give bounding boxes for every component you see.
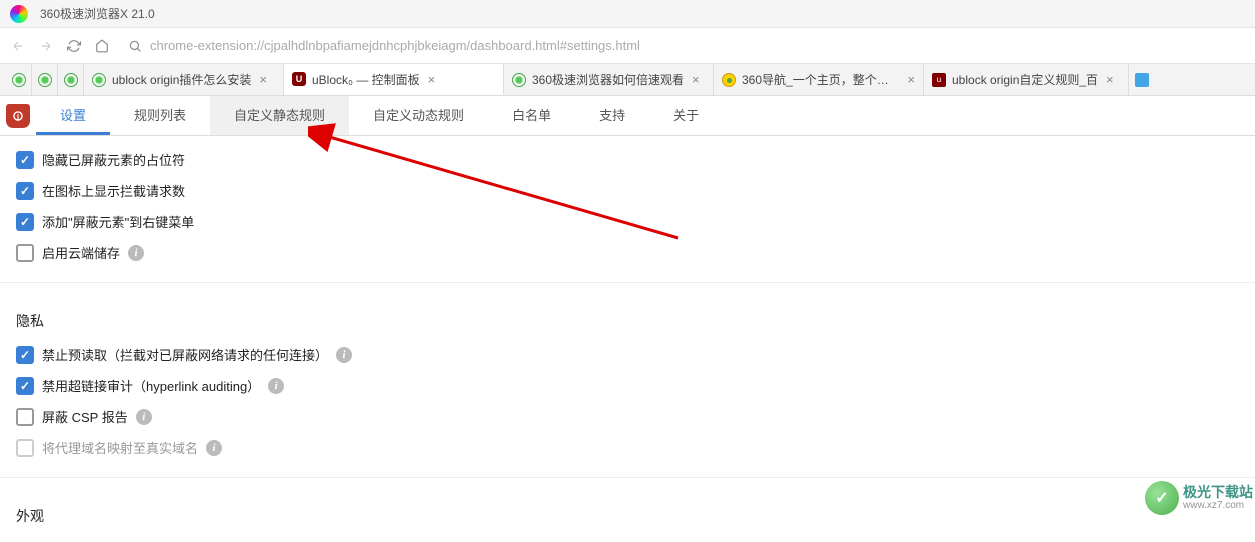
home-button[interactable] — [92, 36, 112, 56]
setting-label: 添加"屏蔽元素"到右键菜单 — [42, 212, 194, 231]
window-title: 360极速浏览器X 21.0 — [40, 5, 155, 22]
browser-tab[interactable] — [58, 64, 84, 95]
favicon-icon — [512, 73, 526, 87]
checkbox[interactable] — [16, 182, 34, 200]
favicon-icon — [92, 73, 106, 87]
url-input[interactable]: chrome-extension://cjpalhdlnbpafiamejdnh… — [120, 32, 1247, 60]
setting-label: 在图标上显示拦截请求数 — [42, 181, 185, 200]
setting-label: 禁用超链接审计（hyperlink auditing） — [42, 376, 260, 395]
ublock-favicon-icon: U — [292, 72, 306, 86]
setting-label: 禁止预读取（拦截对已屏蔽网络请求的任何连接） — [42, 345, 328, 364]
setting-show-badge: 在图标上显示拦截请求数 — [16, 181, 1239, 200]
tab-filter-lists[interactable]: 规则列表 — [110, 96, 210, 135]
watermark-name: 极光下载站 — [1183, 485, 1253, 500]
back-button[interactable] — [8, 36, 28, 56]
setting-uncloak-cname: 将代理域名映射至真实域名 i — [16, 438, 1239, 457]
ublock-logo — [0, 96, 36, 135]
ublock-favicon-icon: u — [932, 73, 946, 87]
shield-icon — [6, 104, 30, 128]
tab-my-rules[interactable]: 自定义动态规则 — [349, 96, 488, 135]
setting-disable-hyperlink-auditing: 禁用超链接审计（hyperlink auditing） i — [16, 376, 1239, 395]
watermark: ✓ 极光下载站 www.xz7.com — [1145, 481, 1253, 515]
watermark-text: 极光下载站 www.xz7.com — [1183, 485, 1253, 511]
tab-label: 360导航_一个主页，整个世界 — [742, 71, 899, 88]
setting-cloud-storage: 启用云端储存 i — [16, 243, 1239, 262]
setting-block-csp: 屏蔽 CSP 报告 i — [16, 407, 1239, 426]
settings-content: 隐藏已屏蔽元素的占位符 在图标上显示拦截请求数 添加"屏蔽元素"到右键菜单 启用… — [0, 136, 1255, 542]
close-icon[interactable]: × — [692, 72, 700, 87]
tab-my-filters[interactable]: 自定义静态规则 — [210, 96, 349, 135]
address-bar-row: chrome-extension://cjpalhdlnbpafiamejdnh… — [0, 28, 1255, 64]
checkbox[interactable] — [16, 346, 34, 364]
tab-whitelist[interactable]: 白名单 — [488, 96, 575, 135]
checkbox[interactable] — [16, 408, 34, 426]
setting-label: 将代理域名映射至真实域名 — [42, 438, 198, 457]
setting-hide-placeholders: 隐藏已屏蔽元素的占位符 — [16, 150, 1239, 169]
url-text: chrome-extension://cjpalhdlnbpafiamejdnh… — [150, 38, 1239, 53]
setting-label: 启用云端储存 — [42, 243, 120, 262]
browser-tab[interactable]: ublock origin插件怎么安装 × — [84, 64, 284, 95]
close-icon[interactable]: × — [428, 72, 436, 87]
favicon-icon — [12, 73, 26, 87]
search-icon — [128, 39, 142, 53]
browser-tab[interactable]: u ublock origin自定义规则_百 × — [924, 64, 1129, 95]
checkbox — [16, 439, 34, 457]
tab-about[interactable]: 关于 — [649, 96, 723, 135]
checkbox[interactable] — [16, 244, 34, 262]
tab-label: ublock origin自定义规则_百 — [952, 71, 1098, 88]
setting-context-menu: 添加"屏蔽元素"到右键菜单 — [16, 212, 1239, 231]
checkbox[interactable] — [16, 151, 34, 169]
tab-settings[interactable]: 设置 — [36, 96, 110, 135]
forward-button[interactable] — [36, 36, 56, 56]
window-titlebar: 360极速浏览器X 21.0 — [0, 0, 1255, 28]
browser-tab[interactable] — [1129, 64, 1155, 95]
checkbox[interactable] — [16, 377, 34, 395]
ublock-nav-tabs: 设置 规则列表 自定义静态规则 自定义动态规则 白名单 支持 关于 — [0, 96, 1255, 136]
privacy-section-header: 隐私 — [16, 311, 1239, 331]
browser-tab[interactable] — [32, 64, 58, 95]
browser-tab[interactable]: 360极速浏览器如何倍速观看 × — [504, 64, 714, 95]
divider — [0, 477, 1255, 478]
info-icon[interactable]: i — [268, 378, 284, 394]
browser-tabs: ublock origin插件怎么安装 × U uBlock₀ — 控制面板 ×… — [0, 64, 1255, 96]
browser-logo-icon — [10, 5, 28, 23]
browser-tab[interactable]: 360导航_一个主页，整个世界 × — [714, 64, 924, 95]
setting-disable-prefetch: 禁止预读取（拦截对已屏蔽网络请求的任何连接） i — [16, 345, 1239, 364]
favicon-icon — [722, 73, 736, 87]
close-icon[interactable]: × — [259, 72, 267, 87]
info-icon[interactable]: i — [136, 409, 152, 425]
favicon-icon — [1135, 73, 1149, 87]
watermark-url: www.xz7.com — [1183, 500, 1253, 511]
watermark-logo-icon: ✓ — [1145, 481, 1179, 515]
divider — [0, 282, 1255, 283]
setting-label: 隐藏已屏蔽元素的占位符 — [42, 150, 185, 169]
info-icon[interactable]: i — [206, 440, 222, 456]
setting-label: 屏蔽 CSP 报告 — [42, 407, 128, 426]
tab-label: ublock origin插件怎么安装 — [112, 71, 251, 88]
browser-tab[interactable] — [6, 64, 32, 95]
tab-label: 360极速浏览器如何倍速观看 — [532, 71, 684, 88]
close-icon[interactable]: × — [1106, 72, 1114, 87]
checkbox[interactable] — [16, 213, 34, 231]
reload-button[interactable] — [64, 36, 84, 56]
tab-support[interactable]: 支持 — [575, 96, 649, 135]
tab-label: uBlock₀ — 控制面板 — [312, 71, 420, 88]
browser-tab-active[interactable]: U uBlock₀ — 控制面板 × — [284, 64, 504, 96]
close-icon[interactable]: × — [907, 72, 915, 87]
appearance-section-header: 外观 — [16, 506, 1239, 526]
info-icon[interactable]: i — [128, 245, 144, 261]
favicon-icon — [38, 73, 52, 87]
favicon-icon — [64, 73, 78, 87]
info-icon[interactable]: i — [336, 347, 352, 363]
